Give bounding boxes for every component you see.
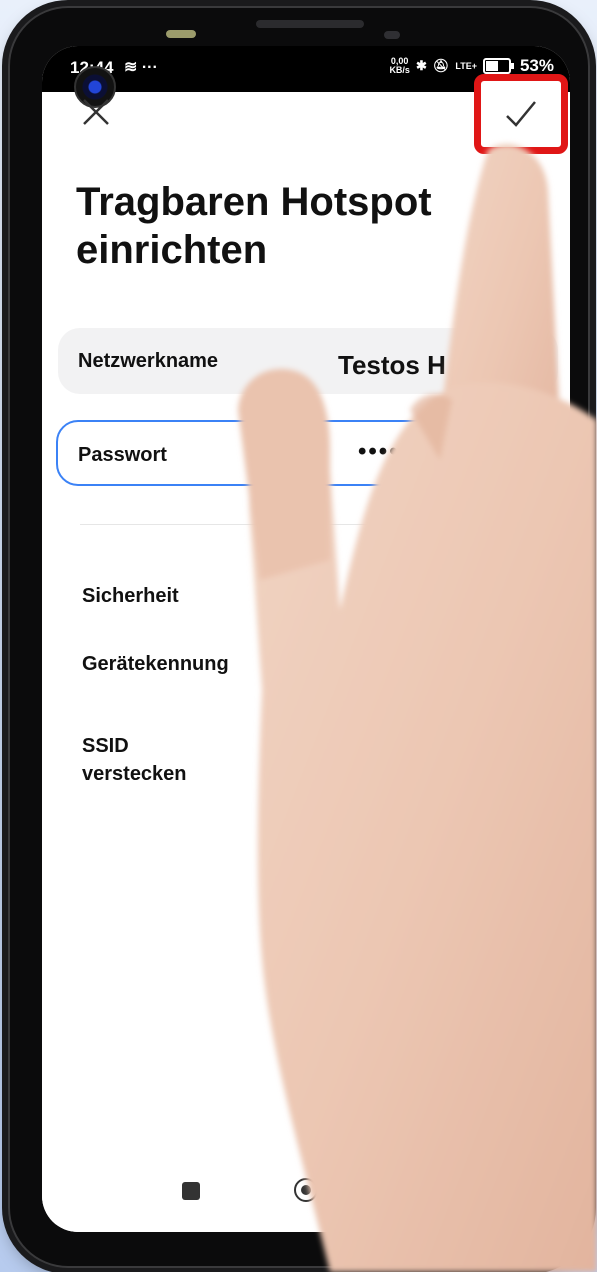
divider	[80, 524, 540, 525]
close-icon	[83, 99, 109, 125]
square-icon[interactable]	[182, 1182, 200, 1200]
sensor-pill	[166, 30, 196, 38]
mute-icon: 🔕︎	[432, 58, 450, 73]
network-name-value: Testos H	[338, 350, 446, 380]
battery-icon	[482, 58, 511, 74]
hide-ssid-label[interactable]: SSID verstecken	[82, 732, 212, 788]
page-title: Tragbaren Hotspot einrichten	[76, 180, 432, 272]
circle-icon[interactable]	[294, 1178, 318, 1202]
security-label[interactable]: Sicherheit	[82, 582, 242, 610]
notification-icons: ≋ ···	[124, 59, 158, 76]
password-label: Passwort	[78, 444, 167, 466]
sensor-dot	[384, 31, 400, 39]
device-id-label[interactable]: Gerätekennung	[82, 650, 238, 678]
check-icon	[506, 101, 536, 127]
confirm-button[interactable]	[474, 74, 568, 154]
battery-percent: 53%	[519, 56, 554, 75]
security-value[interactable]: W	[374, 582, 393, 605]
password-field[interactable]: Passwort •••••••	[56, 420, 556, 486]
speaker-grille	[256, 20, 364, 28]
network-name-field[interactable]: Netzwerkname Testos H	[58, 328, 558, 394]
phone-frame: 12:44 ≋ ··· 0,00 KB/s ✱ 🔕︎ LTE+ 53%	[8, 6, 590, 1268]
signal-icon: LTE+	[455, 61, 477, 71]
network-speed: 0,00 KB/s	[389, 56, 410, 75]
status-right: 0,00 KB/s ✱ 🔕︎ LTE+ 53%	[389, 56, 554, 76]
close-button[interactable]	[78, 94, 114, 130]
bluetooth-icon: ✱	[415, 58, 427, 73]
password-value: •••••••	[358, 438, 431, 465]
screen: 12:44 ≋ ··· 0,00 KB/s ✱ 🔕︎ LTE+ 53%	[42, 46, 570, 1232]
battery-tip	[510, 63, 514, 69]
network-name-label: Netzwerkname	[78, 350, 219, 372]
navigation-bar	[42, 1162, 570, 1232]
